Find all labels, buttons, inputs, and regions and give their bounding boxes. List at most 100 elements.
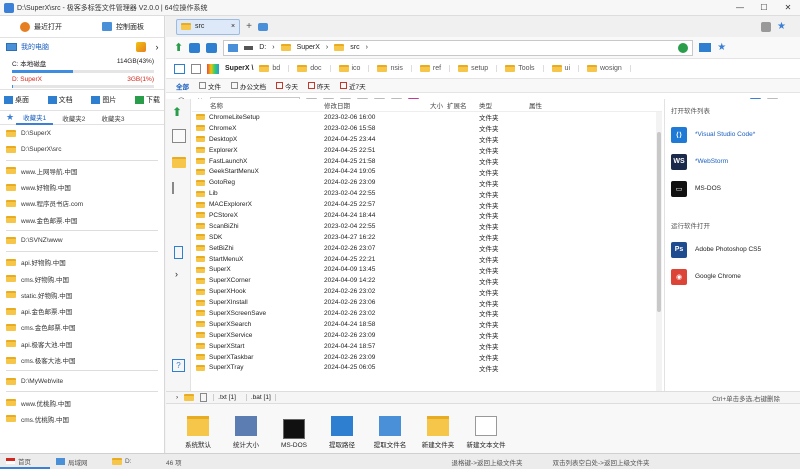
favorite-item[interactable]: api.好物购.中国 [6,254,164,270]
tool-button[interactable]: 系统默认 [176,406,220,452]
app-item[interactable]: ⟨⟩ *Visual Studio Code* [671,121,794,148]
up-arrow-icon[interactable]: ⬆ [174,41,183,54]
favorite-item[interactable]: www.金色邮票.中国 [6,211,164,227]
tool-button[interactable]: 提取文件名 [368,406,412,452]
star-icon[interactable]: ★ [717,42,726,53]
my-computer-row[interactable]: 我的电脑 › [0,38,164,56]
address-part[interactable]: SuperX [297,44,320,51]
subfolder-item[interactable]: ico [338,65,370,72]
filter-1[interactable]: 文件 [199,81,221,91]
control-panel-button[interactable]: 控制面板 [82,16,164,38]
file-row[interactable]: SuperXService 2024-02-26 23:09 文件夹 [192,330,662,341]
filter-3[interactable]: 今天 [276,81,298,91]
favorite-item[interactable]: cms.好物购.中国 [6,270,164,286]
file-row[interactable]: FastLaunchX 2024-04-25 21:58 文件夹 [192,156,662,167]
drive-item[interactable]: D: SuperX 3GB(1%) [0,74,164,89]
file-row[interactable]: ChromeX 2023-02-06 15:58 文件夹 [192,123,662,134]
ext-tab-bat[interactable]: .bat [1] [245,394,276,401]
favorite-item[interactable]: api.极客大池.中国 [6,336,164,352]
subfolder-item[interactable]: doc [297,65,331,72]
column-name[interactable]: 名称 [192,100,324,110]
scrollbar[interactable] [656,112,662,391]
tool-button[interactable]: 新建文件夹 [416,406,460,452]
subfolder-root[interactable]: SuperX \ [225,65,253,72]
file-row[interactable]: ChromeLiteSetup 2023-02-06 16:00 文件夹 [192,112,662,123]
favorite-item[interactable]: www.好物购.中国 [6,179,164,195]
favorite-item[interactable]: static.好物购.中国 [6,287,164,303]
favorite-item[interactable]: www.程序员书店.com [6,195,164,211]
tab-favorites-2[interactable]: 收藏夹2 [55,111,92,125]
app-item[interactable]: Ps Adobe Photoshop CS5 [671,236,794,263]
status-lan[interactable]: 局域网 [50,457,106,467]
file-row[interactable]: SuperXCorner 2024-04-09 14:22 文件夹 [192,275,662,286]
up-arrow-icon[interactable]: ⬆ [172,105,182,119]
file-row[interactable]: SuperXTaskbar 2024-02-26 23:09 文件夹 [192,352,662,363]
recent-open-button[interactable]: 最近打开 [0,16,82,38]
file-row[interactable]: ExplorerX 2024-04-25 22:51 文件夹 [192,145,662,156]
app-item[interactable]: WS *WebStorm [671,148,794,175]
subfolder-item[interactable]: ref [419,65,451,72]
address-part[interactable]: src [350,44,359,51]
chevron-right-icon[interactable]: › [150,42,164,52]
favorite-item[interactable]: api.金色邮票.中国 [6,303,164,319]
new-tab-button[interactable]: + [246,21,252,32]
filter-5[interactable]: 近7天 [340,81,366,91]
column-attr[interactable]: 属性 [529,100,569,110]
file-row[interactable]: SuperXStart 2024-04-24 18:57 文件夹 [192,341,662,352]
favorite-item[interactable]: cms.金色邮票.中国 [6,319,164,335]
filter-2[interactable]: 办公文档 [231,81,266,91]
subfolder-item[interactable]: wosign [587,65,631,72]
broom-icon[interactable] [136,42,146,52]
status-drive[interactable]: D: [106,458,164,465]
app-item[interactable]: ▭ MS-DOS [671,175,794,202]
tool-button[interactable]: 统计大小 [224,406,268,452]
subfolder-item[interactable]: setup [458,65,498,72]
subfolder-item[interactable]: nsis [377,65,412,72]
tab-favorites-3[interactable]: 收藏夹3 [94,111,131,125]
favorite-item[interactable]: D:\MyWeb\vite [6,373,164,389]
quick-pictures[interactable]: 图片 [91,95,116,105]
copy-icon[interactable] [191,63,201,74]
file-row[interactable]: Lib 2023-02-04 22:55 文件夹 [192,188,662,199]
file-row[interactable]: SDK 2023-04-27 16:22 文件夹 [192,232,662,243]
filter-0[interactable]: 全部 [176,81,189,91]
folder-icon[interactable] [172,157,186,168]
file-row[interactable]: StartMenuX 2024-04-25 22:21 文件夹 [192,254,662,265]
maximize-button[interactable]: ☐ [752,3,776,12]
column-size[interactable]: 大小 [419,100,447,110]
tab-close-button[interactable]: × [231,23,235,30]
filter-4[interactable]: 昨天 [308,81,330,91]
subfolder-item[interactable]: Tools [505,65,544,72]
file-row[interactable]: DesktopX 2024-04-25 23:44 文件夹 [192,134,662,145]
document-icon[interactable] [172,129,186,143]
quick-documents[interactable]: 文档 [47,95,73,105]
status-home[interactable]: 首页 [0,454,50,469]
favorite-item[interactable]: D:\SuperX [6,125,164,141]
chevron-right-icon[interactable]: › [176,394,178,401]
refresh-icon[interactable] [678,42,689,53]
address-drive[interactable]: D: [259,44,266,51]
tool-button[interactable]: 提取路径 [320,406,364,452]
column-date[interactable]: 修改日期 [324,100,419,110]
file-row[interactable]: GeekStartMenuX 2024-04-24 19:05 文件夹 [192,166,662,177]
file-row[interactable]: SetBiZhi 2024-02-26 23:07 文件夹 [192,243,662,254]
file-row[interactable]: SuperXSearch 2024-04-24 18:58 文件夹 [192,319,662,330]
subfolder-item[interactable]: bd [259,65,290,72]
help-icon[interactable]: ? [172,359,185,372]
minimize-button[interactable]: — [728,3,752,12]
quick-desktop[interactable]: 桌面 [4,95,29,105]
app-item[interactable]: ◉ Google Chrome [671,263,794,290]
file-row[interactable]: SuperXScreenSave 2024-02-26 23:02 文件夹 [192,308,662,319]
chevron-right-icon[interactable]: › [175,269,178,279]
document-icon[interactable] [200,393,208,402]
file-row[interactable]: SuperXInstall 2024-02-26 23:06 文件夹 [192,297,662,308]
add-folder-icon[interactable] [174,63,185,74]
scrollbar-thumb[interactable] [657,132,661,312]
file-row[interactable]: SuperXHook 2024-02-26 23:02 文件夹 [192,286,662,297]
quick-downloads[interactable]: 下载 [134,95,160,105]
star-icon[interactable]: ★ [777,21,786,32]
address-bar[interactable]: D: › SuperX › src › [223,39,694,56]
favorite-item[interactable]: cms.优桃购.中国 [6,411,164,427]
tab-src[interactable]: src × [176,18,241,35]
file-row[interactable]: ScanBiZhi 2023-02-04 22:55 文件夹 [192,221,662,232]
